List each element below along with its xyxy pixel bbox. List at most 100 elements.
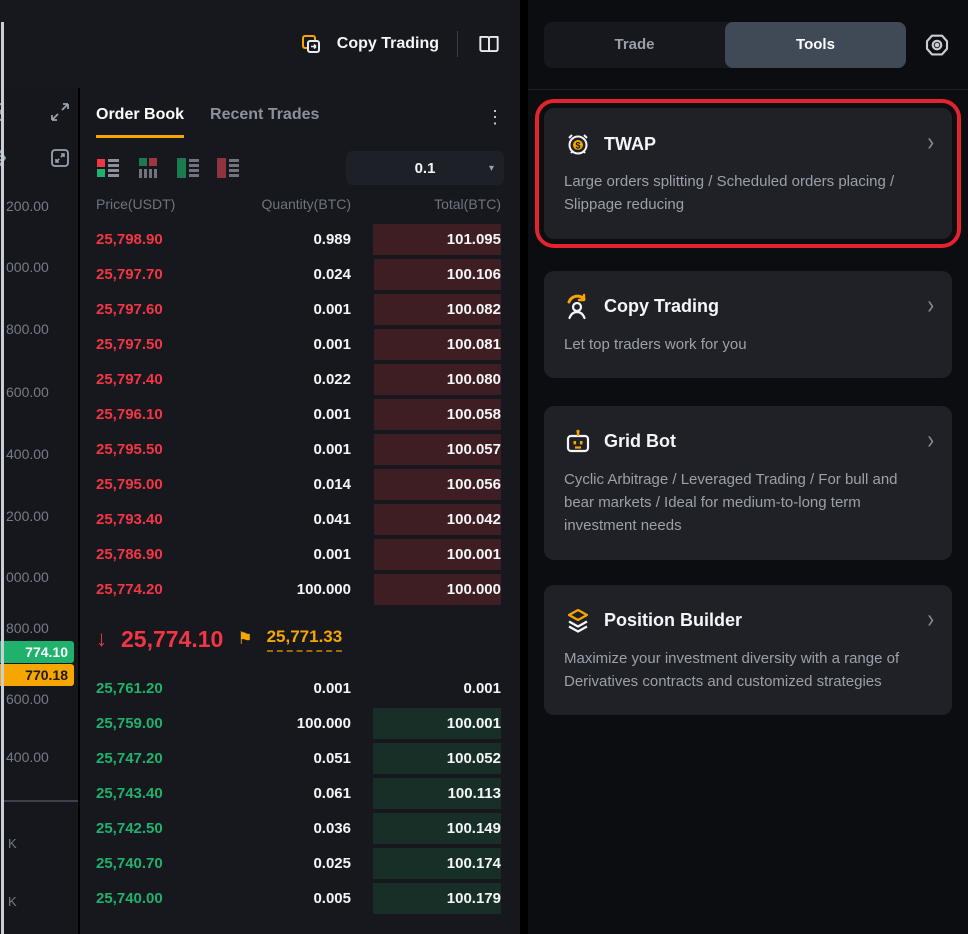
- guide-book-icon[interactable]: [476, 31, 502, 57]
- order-price: 25,740.70: [96, 855, 231, 872]
- order-book-tabs: Order Book Recent Trades ⋮: [80, 88, 520, 144]
- bid-row[interactable]: 25,740.700.025100.174: [80, 846, 520, 881]
- tab-order-book[interactable]: Order Book: [96, 106, 184, 138]
- order-quantity: 0.001: [231, 406, 351, 423]
- card-copy-trading[interactable]: Copy Trading › Let top traders work for …: [544, 271, 952, 378]
- copy-trader-icon: [564, 293, 592, 321]
- chart-mark-price-badge: 770.18: [0, 664, 74, 686]
- book-mode-bids-icon[interactable]: [176, 157, 200, 179]
- preferences-gear-icon[interactable]: [922, 30, 952, 60]
- order-total: 100.000: [351, 572, 501, 607]
- bid-row[interactable]: 25,743.400.061100.113: [80, 776, 520, 811]
- order-quantity: 0.001: [231, 680, 351, 697]
- order-price: 25,795.00: [96, 476, 231, 493]
- ask-row[interactable]: 25,786.900.001100.001: [80, 537, 520, 572]
- tab-tools[interactable]: Tools: [725, 22, 906, 68]
- order-price: 25,795.50: [96, 441, 231, 458]
- card-grid-bot[interactable]: Grid Bot › Cyclic Arbitrage / Leveraged …: [544, 406, 952, 560]
- order-quantity: 0.001: [231, 301, 351, 318]
- order-quantity: 0.005: [231, 890, 351, 907]
- tab-recent-trades[interactable]: Recent Trades: [210, 106, 319, 124]
- chart-price-axis: 200.00000.00800.00600.00400.00200.00000.…: [0, 88, 78, 934]
- ask-row[interactable]: 25,793.400.041100.042: [80, 502, 520, 537]
- price-axis-label: 800.00: [6, 620, 49, 636]
- order-price: 25,793.40: [96, 511, 231, 528]
- svg-text:$: $: [575, 141, 580, 151]
- ask-row[interactable]: 25,797.600.001100.082: [80, 292, 520, 327]
- expand-chart-icon[interactable]: [48, 100, 72, 124]
- order-total: 0.001: [351, 671, 501, 706]
- order-total: 100.149: [351, 811, 501, 846]
- book-mode-both-icon[interactable]: [96, 157, 120, 179]
- card-position-builder[interactable]: Position Builder › Maximize your investm…: [544, 585, 952, 716]
- order-total: 100.106: [351, 257, 501, 292]
- mark-price[interactable]: 25,771.33: [267, 627, 343, 652]
- order-quantity: 0.041: [231, 511, 351, 528]
- ask-row[interactable]: 25,797.700.024100.106: [80, 257, 520, 292]
- tab-trade[interactable]: Trade: [544, 22, 725, 68]
- chart-pane-divider[interactable]: [4, 800, 78, 802]
- chevron-right-icon: ›: [927, 129, 934, 159]
- price-axis-label: 800.00: [6, 321, 49, 337]
- order-total: 100.001: [351, 706, 501, 741]
- col-price: Price(USDT): [96, 196, 231, 216]
- card-title: Copy Trading: [604, 296, 719, 317]
- copy-trading-link[interactable]: Copy Trading: [337, 35, 439, 53]
- trade-tools-segmented-control: Trade Tools: [544, 22, 906, 68]
- book-mode-depth-icon[interactable]: [136, 157, 160, 179]
- volume-axis-label: K: [8, 836, 17, 851]
- ask-row[interactable]: 25,798.900.989101.095: [80, 222, 520, 257]
- alarm-clock-dollar-icon: $: [564, 130, 592, 158]
- card-description: Let top traders work for you: [564, 333, 932, 356]
- last-price-row: ↓ 25,774.10 ⚑ 25,771.33: [80, 607, 520, 671]
- ask-row[interactable]: 25,774.20100.000100.000: [80, 572, 520, 607]
- card-description: Large orders splitting / Scheduled order…: [564, 170, 932, 217]
- ask-row[interactable]: 25,795.000.014100.056: [80, 467, 520, 502]
- topbar-divider: [457, 31, 458, 57]
- chevron-down-icon: ▾: [489, 163, 494, 174]
- order-quantity: 0.001: [231, 336, 351, 353]
- order-total: 100.081: [351, 327, 501, 362]
- order-total: 100.052: [351, 741, 501, 776]
- order-total: 100.174: [351, 846, 501, 881]
- left-panel-edge: [1, 22, 4, 934]
- book-mode-asks-icon[interactable]: [216, 157, 240, 179]
- card-twap[interactable]: $ TWAP › Large orders splitting / Schedu…: [544, 108, 952, 239]
- price-axis-label: 400.00: [6, 749, 49, 765]
- order-total: 100.113: [351, 776, 501, 811]
- order-total: 100.058: [351, 397, 501, 432]
- bid-row[interactable]: 25,740.000.005100.179: [80, 881, 520, 916]
- bid-row[interactable]: 25,761.200.0010.001: [80, 671, 520, 706]
- col-quantity: Quantity(BTC): [231, 196, 351, 216]
- order-total: 100.056: [351, 467, 501, 502]
- order-quantity: 0.051: [231, 750, 351, 767]
- order-total: 100.082: [351, 292, 501, 327]
- order-price: 25,796.10: [96, 406, 231, 423]
- order-quantity: 100.000: [231, 581, 351, 598]
- order-price: 25,786.90: [96, 546, 231, 563]
- card-description: Cyclic Arbitrage / Leveraged Trading / F…: [564, 468, 932, 538]
- order-quantity: 0.025: [231, 855, 351, 872]
- order-total: 100.042: [351, 502, 501, 537]
- order-price: 25,743.40: [96, 785, 231, 802]
- order-price: 25,797.60: [96, 301, 231, 318]
- order-price: 25,747.20: [96, 750, 231, 767]
- chart-last-price-badge: 774.10: [0, 641, 74, 663]
- price-axis-label: 600.00: [6, 384, 49, 400]
- order-price: 25,742.50: [96, 820, 231, 837]
- bid-row[interactable]: 25,742.500.036100.149: [80, 811, 520, 846]
- ask-row[interactable]: 25,797.500.001100.081: [80, 327, 520, 362]
- ask-row[interactable]: 25,796.100.001100.058: [80, 397, 520, 432]
- last-traded-price: 25,774.10: [121, 626, 223, 653]
- screenshot-frame-icon[interactable]: [48, 146, 72, 170]
- tick-size-dropdown[interactable]: 0.1 ▾: [346, 151, 504, 185]
- ask-row[interactable]: 25,797.400.022100.080: [80, 362, 520, 397]
- order-price: 25,759.00: [96, 715, 231, 732]
- bid-row[interactable]: 25,759.00100.000100.001: [80, 706, 520, 741]
- ask-row[interactable]: 25,795.500.001100.057: [80, 432, 520, 467]
- price-axis-label: 400.00: [6, 446, 49, 462]
- order-total: 101.095: [351, 222, 501, 257]
- mark-price-flag-icon: ⚑: [237, 629, 252, 649]
- bid-row[interactable]: 25,747.200.051100.052: [80, 741, 520, 776]
- order-book-menu-icon[interactable]: ⋮: [486, 106, 504, 126]
